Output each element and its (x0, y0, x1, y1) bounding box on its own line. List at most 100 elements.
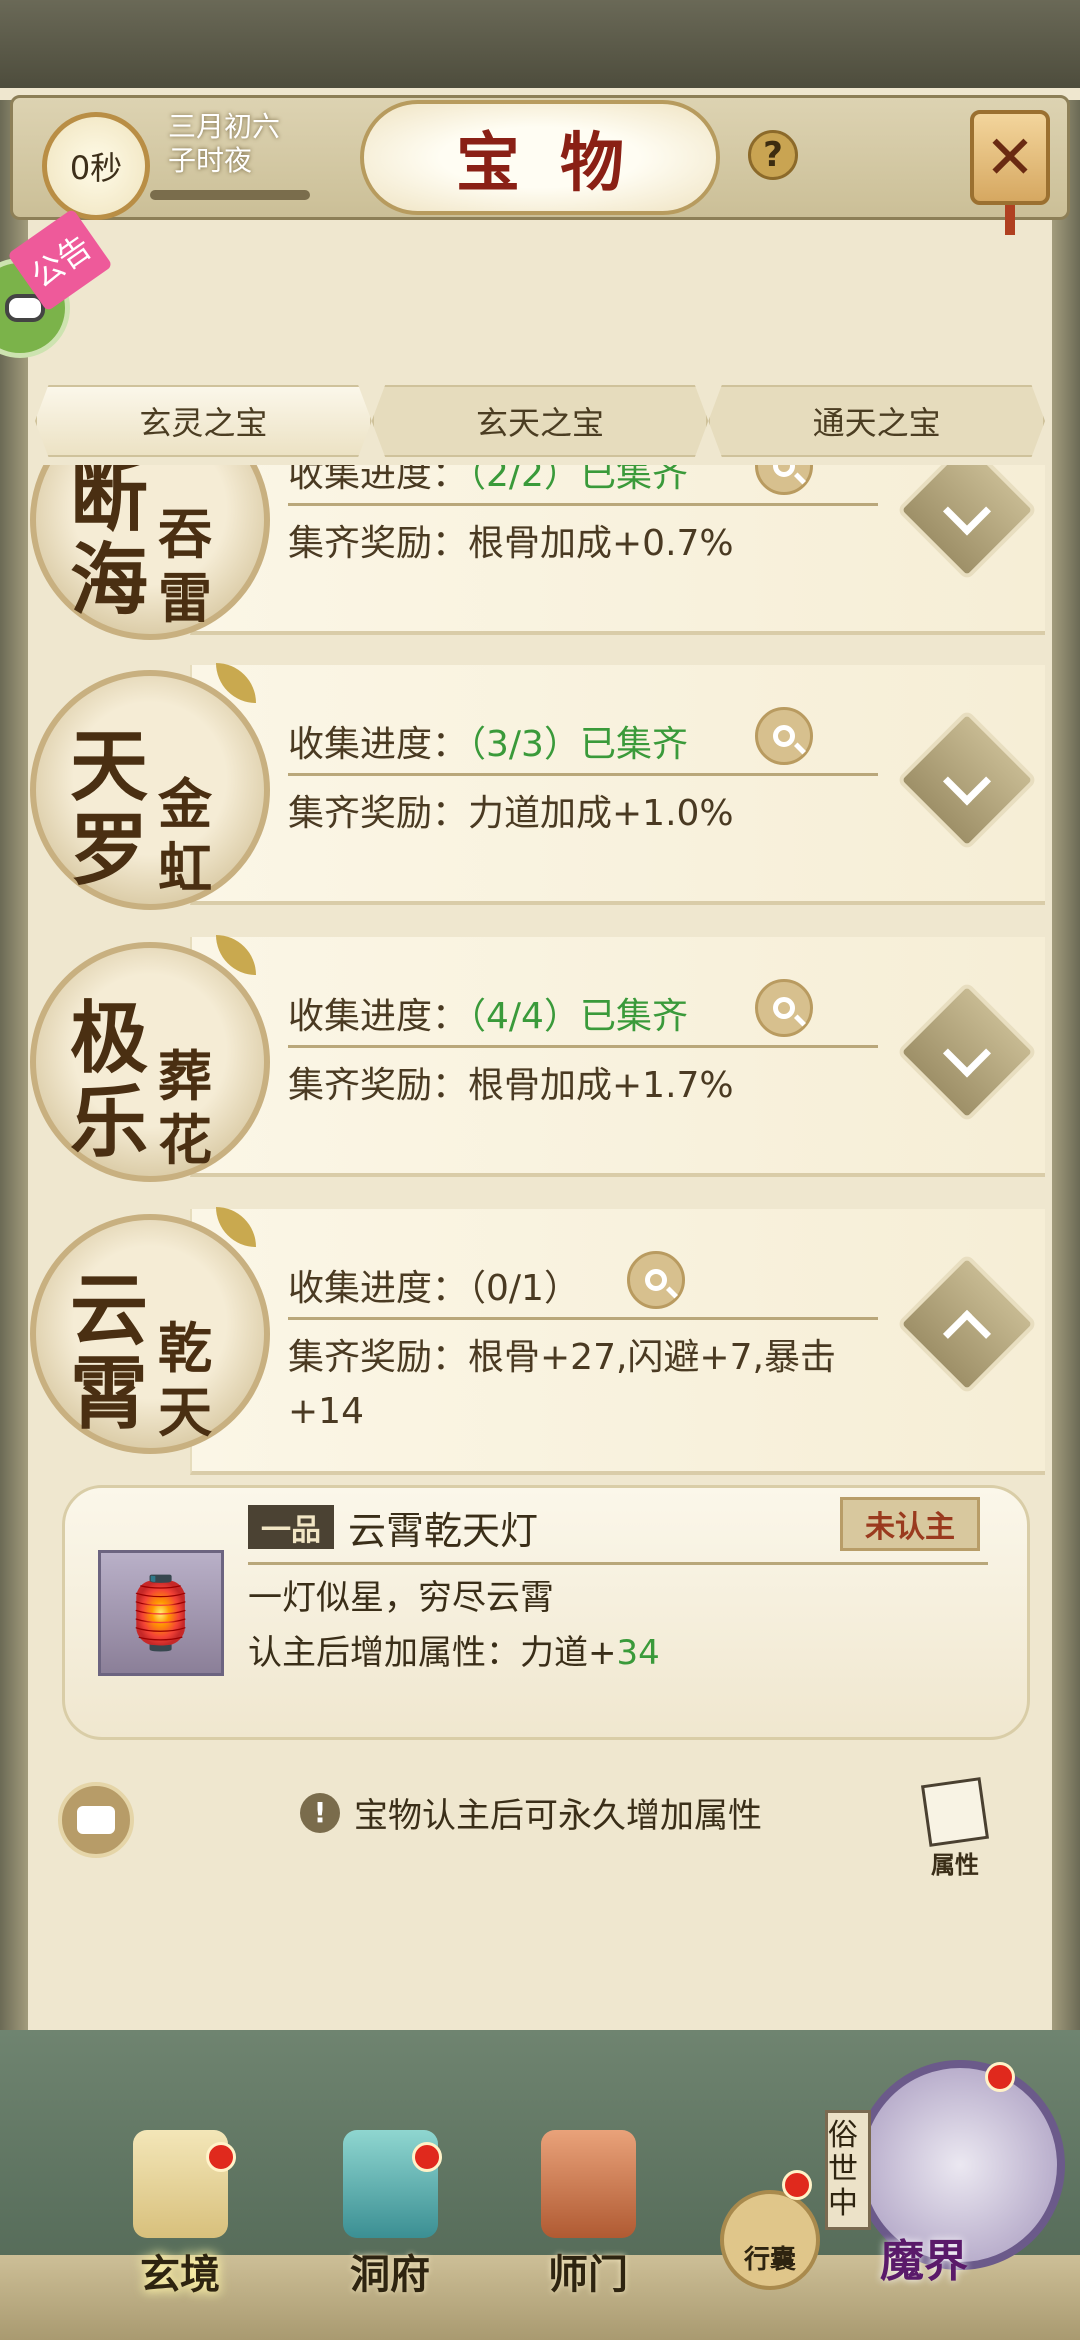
attribute-button-label: 属性 (931, 1851, 979, 1879)
reward-label: 集齐奖励： (288, 793, 469, 834)
notification-dot (412, 2142, 442, 2172)
time-progress-bar (150, 190, 310, 200)
realm-status: 俗世中 (825, 2110, 871, 2230)
nav-label: 师门 (548, 2251, 628, 2298)
treasure-medal: 云 霄 乾 天 (30, 1214, 270, 1454)
treasure-medal: 极 乐 葬 花 (30, 942, 270, 1182)
close-button[interactable]: ✕ (970, 110, 1050, 205)
progress-row: 收集进度：（3/3）已集齐 (288, 715, 688, 767)
tab-tongtian[interactable]: 通天之宝 (708, 385, 1046, 457)
tassel-decoration (1005, 205, 1015, 235)
medal-char: 花 (158, 1108, 212, 1172)
reward-value: 根骨加成+0.7% (468, 523, 734, 564)
owner-status-badge: 未认主 (840, 1497, 980, 1551)
search-icon[interactable] (627, 1251, 685, 1309)
treasure-card: 云 霄 乾 天 收集进度：（0/1） 集齐奖励：根骨+27,闪避+7,暴击+14 (30, 1207, 1050, 1475)
tab-xuantian[interactable]: 玄天之宝 (371, 385, 709, 457)
medal-char: 乐 (70, 1077, 149, 1168)
progress-label: 收集进度： (288, 465, 469, 495)
magnifier-glyph (773, 465, 795, 477)
nav-label: 玄境 (140, 2251, 220, 2298)
treasure-card: 极 乐 葬 花 收集进度：（4/4）已集齐 集齐奖励：根骨加成+1.7% (30, 935, 1050, 1187)
medal-char: 天 (158, 1380, 212, 1444)
reward-label: 集齐奖励： (288, 1337, 469, 1378)
nav-xingnang[interactable]: 行囊 (720, 2190, 820, 2290)
reward-row: 集齐奖励：根骨加成+1.7% (288, 1059, 908, 1113)
chat-bubble-icon (77, 1806, 115, 1834)
chevron-up-icon (942, 1309, 992, 1358)
notification-dot (985, 2062, 1015, 2092)
timer: 0秒 (42, 112, 150, 220)
medal-char: 海 (70, 535, 149, 626)
medal-char: 雷 (158, 566, 212, 630)
treasure-card: 天 罗 金 虹 收集进度：（3/3）已集齐 集齐奖励：力道加成+1.0% (30, 663, 1050, 915)
reward-label: 集齐奖励： (288, 523, 469, 564)
nav-shimen[interactable]: 师门 (518, 2130, 658, 2300)
tip-message: ! 宝物认主后可永久增加属性 (300, 1788, 762, 1837)
notification-dot (206, 2142, 236, 2172)
magnifier-glyph (645, 1269, 667, 1291)
help-button[interactable]: ? (748, 130, 798, 180)
row-divider (288, 503, 878, 506)
magnifier-glyph (773, 997, 795, 1019)
frame-right-scroll (1052, 100, 1080, 2250)
reward-value: 力道加成+1.0% (468, 793, 734, 834)
reward-value: 根骨加成+1.7% (468, 1065, 734, 1106)
nav-label: 洞府 (350, 2251, 430, 2298)
row-divider (288, 1317, 878, 1320)
banner-icon (540, 2130, 636, 2238)
treasure-tabs: 玄灵之宝 玄天之宝 通天之宝 (35, 385, 1046, 457)
search-icon[interactable] (755, 979, 813, 1037)
date-line-2: 子时夜 (168, 144, 253, 177)
reward-label: 集齐奖励： (288, 1065, 469, 1106)
treasure-card: 断 海 吞 雷 收集进度：（2/2）已集齐 集齐奖励：根骨加成+0.7% (30, 465, 1050, 645)
progress-label: 收集进度： (288, 996, 469, 1037)
row-divider (288, 1045, 878, 1048)
lantern-icon: 🏮 (98, 1550, 224, 1676)
treasure-list[interactable]: 断 海 吞 雷 收集进度：（2/2）已集齐 集齐奖励：根骨加成+0.7% 天 罗… (30, 465, 1050, 1475)
item-description: 一灯似星，穷尽云霄 (248, 1578, 554, 1618)
grade-badge: 一品 (248, 1505, 334, 1549)
progress-value: （4/4）已集齐 (468, 996, 688, 1037)
progress-label: 收集进度： (288, 1268, 469, 1309)
realm-label: 魔界 (880, 2236, 968, 2287)
chevron-down-icon (942, 757, 992, 806)
progress-row: 收集进度：（0/1） (288, 1259, 580, 1311)
progress-row: 收集进度：（4/4）已集齐 (288, 987, 688, 1039)
chat-button[interactable] (58, 1782, 134, 1858)
notification-dot (782, 2170, 812, 2200)
medal-char: 虹 (158, 836, 212, 900)
row-divider (288, 773, 878, 776)
game-date: 三月初六 子时夜 (168, 110, 280, 178)
progress-row: 收集进度：（2/2）已集齐 (288, 465, 688, 497)
progress-value: （0/1） (468, 1268, 580, 1309)
info-icon: ! (300, 1792, 340, 1833)
item-attribute: 认主后增加属性：力道+34 (248, 1625, 660, 1674)
chevron-down-icon (942, 1029, 992, 1078)
date-line-1: 三月初六 (168, 110, 281, 143)
page-title-text: 宝物 (456, 125, 664, 201)
attr-label: 认主后增加属性：力道+ (248, 1633, 617, 1673)
search-icon[interactable] (755, 707, 813, 765)
bag-label: 行囊 (743, 2245, 796, 2275)
chevron-down-icon (942, 487, 992, 536)
attribute-button[interactable]: 属性 (910, 1777, 1000, 1880)
reward-row: 集齐奖励：根骨加成+0.7% (288, 517, 908, 571)
magnifier-glyph (773, 725, 795, 747)
medal-char: 罗 (70, 805, 149, 896)
progress-label: 收集进度： (288, 724, 469, 765)
page-title: 宝物 (360, 100, 720, 215)
attr-value: 34 (616, 1633, 660, 1673)
tab-xuanling[interactable]: 玄灵之宝 (35, 385, 372, 457)
book-icon (920, 1777, 990, 1847)
top-strip (0, 0, 1080, 90)
frame-left-scroll (0, 100, 28, 2250)
reward-row: 集齐奖励：根骨+27,闪避+7,暴击+14 (288, 1331, 908, 1439)
detail-divider (248, 1562, 988, 1565)
medal-char: 霄 (70, 1349, 149, 1440)
progress-value: （3/3）已集齐 (468, 724, 688, 765)
tip-text: 宝物认主后可永久增加属性 (354, 1796, 762, 1836)
item-name: 云霄乾天灯 (348, 1509, 539, 1553)
treasure-medal: 天 罗 金 虹 (30, 670, 270, 910)
progress-value: （2/2）已集齐 (468, 465, 688, 495)
